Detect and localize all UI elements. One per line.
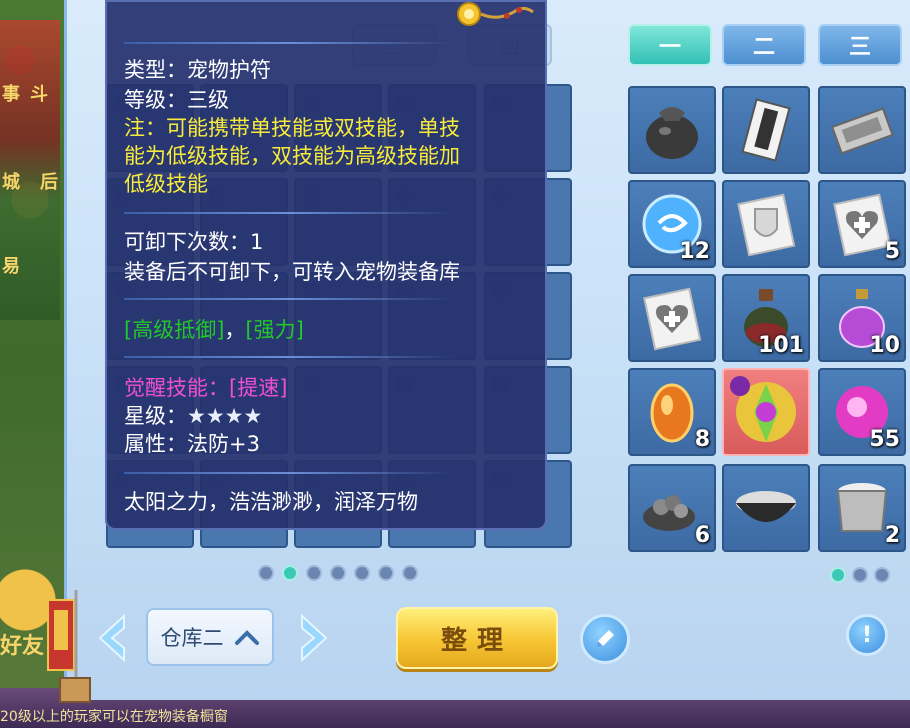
tooltip-divider [124, 298, 454, 300]
tooltip-divider [124, 356, 454, 358]
skills-line: [高级抵御]，[强力] [124, 314, 304, 344]
warehouse-page-dot[interactable] [282, 565, 298, 581]
exclamation-icon: ! [861, 622, 873, 648]
item-note-2: 能为低级技能，双技能为高级技能加 [124, 144, 460, 168]
bag-slot-stone-pot[interactable]: 2 [818, 464, 906, 552]
item-count: 55 [869, 427, 900, 452]
world-label-4: 后 [40, 172, 58, 193]
bag-slot-rice-bowl[interactable] [722, 464, 810, 552]
bag-slot-dark-pouch[interactable] [628, 86, 716, 174]
bag-tab-2[interactable]: 二 [722, 24, 806, 66]
warehouse-select-label: 仓库二 [160, 626, 224, 650]
sort-button[interactable]: 整理 [396, 607, 558, 669]
shield-card-icon [731, 189, 801, 259]
rice-bowl-icon [731, 473, 801, 543]
warehouse-select[interactable]: 仓库二 [146, 608, 274, 666]
item-note-3: 低级技能 [124, 172, 208, 196]
world-label-5: 易 [2, 256, 20, 277]
bag-tab-1[interactable]: 一 [628, 24, 712, 66]
warehouse-page-dot[interactable] [402, 565, 418, 581]
edit-button[interactable] [580, 614, 630, 664]
star-label: 星级： [124, 404, 187, 428]
item-note-1: 注：可能携带单技能或双技能，单技 [124, 116, 460, 140]
warehouse-page-dot[interactable] [378, 565, 394, 581]
help-button[interactable]: ! [846, 614, 888, 656]
item-count: 12 [679, 239, 710, 264]
heal-card-icon [637, 283, 707, 353]
bag-slot-potion-bottle[interactable]: 101 [722, 274, 810, 362]
item-attribute: 属性：法防+3 [124, 432, 260, 456]
tooltip-divider [124, 472, 454, 474]
bag-page-dot[interactable] [830, 567, 846, 583]
warehouse-page-dot[interactable] [258, 565, 274, 581]
item-level: 等级：三级 [124, 88, 229, 112]
bag-slot-amber-gem[interactable]: 8 [628, 368, 716, 456]
awaken-skill: 觉醒技能：[提速] [124, 372, 287, 402]
world-label-3: 城 [2, 172, 20, 193]
tooltip-divider [124, 42, 454, 44]
pet-amulet-icon [726, 372, 806, 452]
skill-advanced-defense: [高级抵御] [124, 318, 225, 342]
bag-slot-purple-potion[interactable]: 10 [818, 274, 906, 362]
item-count: 8 [694, 427, 710, 452]
dark-pouch-icon [637, 95, 707, 165]
skill-separator: ， [224, 318, 246, 342]
bag-slot-pink-orb[interactable]: 55 [818, 368, 906, 456]
item-flavor: 太阳之力，浩浩渺渺，润泽万物 [124, 490, 418, 514]
bag-slot-shield-card[interactable] [722, 180, 810, 268]
scroll-book-icon [731, 95, 801, 165]
warehouse-page-dot[interactable] [354, 565, 370, 581]
star-level: 星级：★★★★ [124, 400, 262, 430]
pencil-icon [596, 630, 614, 648]
chevron-up-icon [234, 630, 259, 645]
world-label-1: 事 [2, 84, 20, 105]
item-count: 101 [758, 333, 804, 358]
tooltip-divider [124, 212, 454, 214]
bag-slot-scroll-book[interactable] [722, 86, 810, 174]
awaken-value: [提速] [229, 376, 288, 400]
world-label-2: 斗 [30, 84, 48, 105]
star-rating: ★★★★ [187, 404, 263, 428]
bag-slot-pet-amulet[interactable] [722, 368, 810, 456]
skill-power: [强力] [245, 318, 304, 342]
bag-slot-food-bowl[interactable]: 6 [628, 464, 716, 552]
banner-flag-icon [47, 590, 91, 703]
item-count: 2 [884, 523, 900, 548]
item-count: 10 [869, 333, 900, 358]
next-page-arrow-icon[interactable] [290, 612, 334, 664]
silver-ingot-icon [827, 95, 897, 165]
bag-slot-heal-card[interactable] [628, 274, 716, 362]
bag-tab-3[interactable]: 三 [818, 24, 902, 66]
item-count: 6 [694, 523, 710, 548]
bag-slot-blue-orb[interactable]: 12 [628, 180, 716, 268]
item-type: 类型：宠物护符 [124, 58, 271, 82]
prev-page-arrow-icon[interactable] [92, 612, 136, 664]
bag-page-dot[interactable] [852, 567, 868, 583]
item-count: 5 [884, 239, 900, 264]
warehouse-page-dot[interactable] [330, 565, 346, 581]
bag-slot-silver-ingot[interactable] [818, 86, 906, 174]
item-tooltip: 类型：宠物护符 等级：三级 注：可能携带单技能或双技能，单技 能为低级技能，双技… [105, 0, 547, 530]
warehouse-page-dot[interactable] [306, 565, 322, 581]
remove-count: 可卸下次数：1 [124, 230, 264, 254]
bag-slot-heal-card[interactable]: 5 [818, 180, 906, 268]
awaken-label: 觉醒技能： [124, 376, 229, 400]
sun-charm-icon [457, 2, 534, 26]
equip-note: 装备后不可卸下，可转入宠物装备库 [124, 260, 460, 284]
bag-page-dot[interactable] [874, 567, 890, 583]
